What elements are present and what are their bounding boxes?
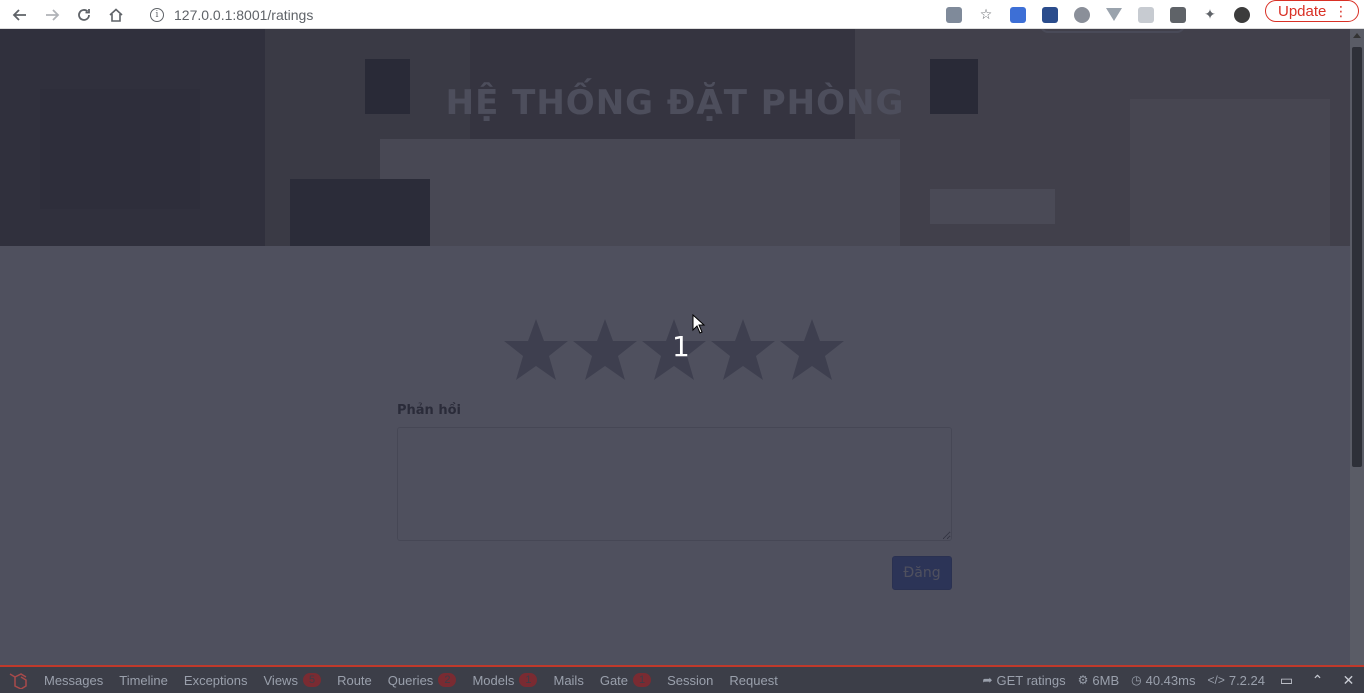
url-text: 127.0.0.1:8001/ratings <box>174 6 314 23</box>
menu-dots-icon[interactable]: ⋮ <box>1334 3 1348 20</box>
debugbar-tab-views[interactable]: Views 5 <box>256 667 330 693</box>
translate-icon[interactable] <box>938 0 970 29</box>
extension-vue-icon[interactable] <box>1098 0 1130 29</box>
extensions-puzzle-icon[interactable]: ✦ <box>1194 0 1226 29</box>
browser-toolbar: i 127.0.0.1:8001/ratings ☆ ✦ Update ⋮ <box>0 0 1364 29</box>
debugbar-tab-label: Messages <box>44 672 104 688</box>
debugbar-tab-mails[interactable]: Mails <box>545 667 591 693</box>
debugbar-tab-label: Session <box>667 672 714 688</box>
debugbar-badge: 1 <box>633 673 652 687</box>
update-button[interactable]: Update ⋮ <box>1265 0 1359 22</box>
debugbar-tabs: Messages Timeline Exceptions Views 5 Route Que… <box>36 667 786 693</box>
scrollbar-thumb[interactable] <box>1352 47 1362 467</box>
folder-open-icon[interactable]: ▭ <box>1271 667 1302 693</box>
bookmark-star-icon[interactable]: ☆ <box>970 0 1002 29</box>
time-text: 40.43ms <box>1145 672 1196 688</box>
home-icon[interactable] <box>100 0 132 29</box>
route-stat[interactable]: ➦ GET ratings <box>976 667 1071 693</box>
php-version-stat[interactable]: </> 7.2.24 <box>1201 667 1271 693</box>
hero-outline-button[interactable] <box>1040 29 1185 33</box>
debugbar-tab-label: Views <box>263 672 298 688</box>
debugbar-badge: 5 <box>302 673 322 687</box>
close-icon[interactable]: ✕ <box>1333 667 1364 693</box>
debugbar-tab-gate[interactable]: Gate 1 <box>592 667 659 693</box>
forward-arrow-icon[interactable] <box>36 0 68 29</box>
debugbar-tab-exceptions[interactable]: Exceptions <box>176 667 256 693</box>
scroll-up-arrow-icon[interactable] <box>1353 33 1361 38</box>
debugbar-tab-models[interactable]: Models 1 <box>464 667 545 693</box>
star-2-icon[interactable] <box>571 317 639 383</box>
page-title: HỆ THỐNG ĐẶT PHÒNG <box>445 83 905 123</box>
debugbar-tab-label: Exceptions <box>183 672 248 688</box>
laravel-logo-icon[interactable] <box>0 667 36 693</box>
reload-icon[interactable] <box>68 0 100 29</box>
clock-icon: ◷ <box>1131 673 1142 687</box>
chevron-up-icon[interactable]: ⌃ <box>1302 667 1333 693</box>
extension-grid-icon[interactable] <box>1130 0 1162 29</box>
debugbar-tab-timeline[interactable]: Timeline <box>111 667 176 693</box>
memory-text: 6MB <box>1092 672 1120 688</box>
star-5-icon[interactable] <box>778 317 846 383</box>
page-scrollbar[interactable] <box>1350 29 1364 665</box>
php-version-text: 7.2.24 <box>1228 672 1265 688</box>
feedback-label: Phản hồi <box>397 403 461 418</box>
extension-icons: ☆ ✦ <box>938 0 1258 29</box>
update-label: Update <box>1278 2 1327 20</box>
site-info-icon[interactable]: i <box>150 7 164 22</box>
feedback-textarea[interactable] <box>397 427 952 541</box>
bedroom-image <box>0 29 1350 246</box>
profile-avatar-icon[interactable] <box>1226 0 1258 29</box>
submit-button[interactable]: Đăng <box>892 556 952 590</box>
debugbar-tab-messages[interactable]: Messages <box>36 667 111 693</box>
debugbar-tab-label: Gate <box>599 672 629 688</box>
memory-stat[interactable]: ⚙ 6MB <box>1072 667 1126 693</box>
debugbar-tab-label: Route <box>337 672 372 688</box>
back-arrow-icon[interactable] <box>4 0 36 29</box>
debugbar-tab-label: Request <box>729 672 778 688</box>
extension-j-icon[interactable] <box>1034 0 1066 29</box>
debugbar-tab-session[interactable]: Session <box>659 667 721 693</box>
extension-circle-icon[interactable] <box>1066 0 1098 29</box>
address-bar[interactable]: i 127.0.0.1:8001/ratings <box>140 0 930 29</box>
debugbar-badge: 2 <box>438 673 457 687</box>
cogs-icon: ⚙ <box>1077 673 1089 687</box>
debugbar-tab-label: Timeline <box>119 672 168 688</box>
debugbar-stats: ➦ GET ratings ⚙ 6MB ◷ 40.43ms </> 7.2.24 ▭ ⌃… <box>976 667 1364 693</box>
mouse-cursor-icon <box>692 314 706 334</box>
debugbar-tab-route[interactable]: Route <box>329 667 380 693</box>
debugbar-tab-label: Mails <box>553 672 584 688</box>
time-stat[interactable]: ◷ 40.43ms <box>1125 667 1201 693</box>
debugbar: Messages Timeline Exceptions Views 5 Route Que… <box>0 665 1364 693</box>
extension-translate-icon[interactable] <box>1002 0 1034 29</box>
code-icon: </> <box>1207 673 1225 687</box>
debugbar-tab-label: Queries <box>387 672 434 688</box>
rating-value: 1 <box>672 330 690 363</box>
star-1-icon[interactable] <box>502 317 570 383</box>
hero-banner: HỆ THỐNG ĐẶT PHÒNG <box>0 29 1350 246</box>
extension-r-icon[interactable] <box>1162 0 1194 29</box>
star-4-icon[interactable] <box>709 317 777 383</box>
share-arrow-icon: ➦ <box>982 673 993 687</box>
debugbar-tab-queries[interactable]: Queries 2 <box>380 667 465 693</box>
route-text: GET ratings <box>996 672 1066 688</box>
debugbar-tab-label: Models <box>472 672 515 688</box>
debugbar-tab-request[interactable]: Request <box>721 667 785 693</box>
debugbar-badge: 1 <box>519 673 538 687</box>
